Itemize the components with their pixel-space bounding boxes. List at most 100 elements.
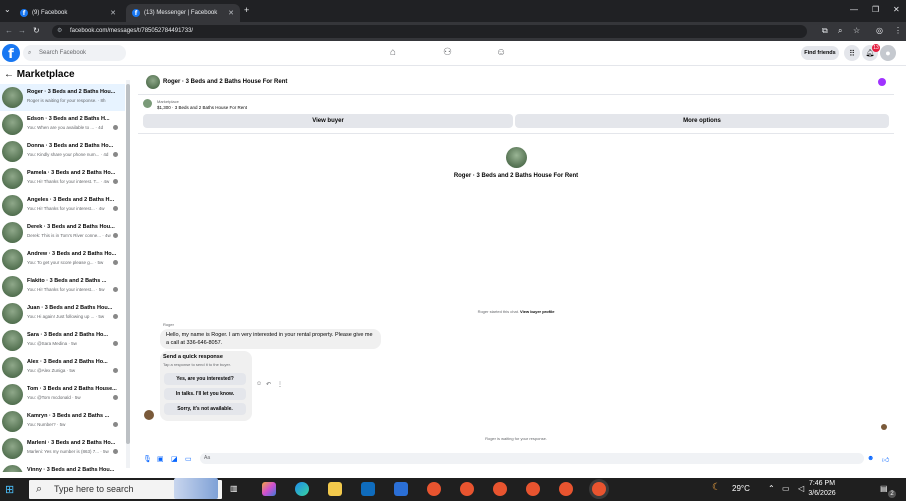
- sticker-icon[interactable]: ◪: [171, 455, 178, 463]
- quick-response-button[interactable]: Sorry, it's not available.: [164, 403, 246, 415]
- marketplace-sidebar: ← Marketplace Roger · 3 Beds and 2 Baths…: [0, 66, 133, 472]
- file-explorer-icon[interactable]: [328, 482, 342, 496]
- back-arrow-icon[interactable]: ←: [4, 69, 14, 80]
- find-friends-button[interactable]: Find friends: [801, 46, 839, 60]
- image-icon[interactable]: ▣: [157, 455, 164, 463]
- quick-response-button[interactable]: Yes, are you interested?: [164, 373, 246, 385]
- conversation-item[interactable]: Pamela · 3 Beds and 2 Baths Ho... You: Hi…: [0, 165, 125, 192]
- restore-icon[interactable]: ❐: [872, 5, 879, 14]
- windows-start-icon[interactable]: ⊞: [5, 483, 14, 496]
- scrollbar-thumb[interactable]: [126, 84, 130, 444]
- network-icon[interactable]: ▭: [782, 484, 790, 493]
- edge-icon[interactable]: [295, 482, 309, 496]
- view-buyer-button[interactable]: View buyer: [143, 114, 513, 128]
- conversation-item[interactable]: Flakito · 3 Beds and 2 Baths ... You: Hi!…: [0, 273, 125, 300]
- tab-menu-icon[interactable]: ⌄: [4, 5, 11, 14]
- conversation-item[interactable]: Alex · 3 Beds and 2 Baths Ho... You: @Ale…: [0, 354, 125, 381]
- gif-icon[interactable]: ▭: [185, 455, 192, 463]
- close-window-icon[interactable]: ✕: [893, 5, 900, 14]
- search-input[interactable]: ⌕ Search Facebook: [23, 45, 126, 61]
- listing-thumbnail[interactable]: [143, 99, 152, 108]
- conversation-item[interactable]: Marleni · 3 Beds and 2 Baths Ho... Marlen…: [0, 435, 125, 462]
- zoom-icon[interactable]: ⌕: [838, 26, 842, 36]
- more-icon[interactable]: ⋮: [277, 381, 283, 388]
- quick-response-button[interactable]: In talks. I'll let you know.: [164, 388, 246, 400]
- sender-avatar[interactable]: [144, 410, 154, 420]
- new-tab-icon[interactable]: +: [244, 5, 249, 15]
- groups-icon[interactable]: ☺: [496, 47, 506, 58]
- conversation-name: Angeles · 3 Beds and 2 Baths H...: [27, 197, 115, 203]
- task-view-icon[interactable]: ▥: [230, 484, 238, 493]
- emoji-icon[interactable]: ☻: [867, 455, 874, 462]
- reload-icon[interactable]: ↻: [33, 26, 40, 35]
- forward-icon[interactable]: →: [18, 26, 26, 35]
- conversation-name: Kamryn · 3 Beds and 2 Baths ...: [27, 413, 110, 419]
- react-icon[interactable]: ☺: [256, 381, 262, 387]
- close-tab-icon[interactable]: ✕: [110, 9, 116, 17]
- chrome-profile-icon[interactable]: [460, 482, 474, 496]
- more-options-button[interactable]: More options: [515, 114, 889, 128]
- url-field[interactable]: ⚙ facebook.com/messages/t/78505278449173…: [52, 25, 807, 38]
- message-input[interactable]: Aa: [200, 453, 864, 464]
- avatar: [2, 195, 23, 216]
- clock-time[interactable]: 7:46 PM: [807, 480, 837, 487]
- chrome-profile-icon[interactable]: [493, 482, 507, 496]
- view-buyer-profile-link[interactable]: View buyer profile: [520, 309, 554, 314]
- bookmark-star-icon[interactable]: ☆: [853, 26, 860, 35]
- chat-avatar[interactable]: [146, 75, 160, 89]
- conversation-item[interactable]: Edson · 3 Beds and 2 Baths H... You: When…: [0, 111, 125, 138]
- show-hidden-icons[interactable]: ⌃: [768, 484, 775, 493]
- site-info-icon[interactable]: ⚙: [57, 25, 62, 38]
- conversation-item[interactable]: Tom · 3 Beds and 2 Baths House... You: @T…: [0, 381, 125, 408]
- chrome-profile-icon[interactable]: [427, 482, 441, 496]
- avatar: [2, 168, 23, 189]
- microphone-icon[interactable]: 🎙︎: [143, 455, 152, 463]
- temperature[interactable]: 29°C: [732, 484, 750, 493]
- chat-title[interactable]: Roger · 3 Beds and 2 Baths House For Ren…: [163, 79, 287, 85]
- tab-messenger[interactable]: f (13) Messenger | Facebook ✕: [126, 4, 240, 22]
- conversation-item[interactable]: Vinny · 3 Beds and 2 Baths Hou...: [0, 462, 125, 472]
- home-icon[interactable]: ⌂: [390, 47, 396, 58]
- listing-text[interactable]: $1,300 · 3 Beds and 2 Baths House For Re…: [157, 105, 247, 110]
- conversation-item[interactable]: Donna · 3 Beds and 2 Baths Ho... You: Kin…: [0, 138, 125, 165]
- chat-info-icon[interactable]: [878, 78, 886, 86]
- profile-icon[interactable]: ◎: [876, 26, 883, 35]
- install-app-icon[interactable]: ⧉: [822, 26, 828, 36]
- browser-menu-icon[interactable]: ⋮: [894, 26, 902, 35]
- tab-label: (9) Facebook: [32, 10, 68, 16]
- conversation-item[interactable]: Andrew · 3 Beds and 2 Baths Ho... You: To…: [0, 246, 125, 273]
- conversation-item[interactable]: Roger · 3 Beds and 2 Baths Hou... Roger i…: [0, 84, 125, 111]
- conversation-item[interactable]: Kamryn · 3 Beds and 2 Baths ... You: Numb…: [0, 408, 125, 435]
- notification-center-icon[interactable]: ▤: [880, 484, 888, 493]
- composer-placeholder: Aa: [204, 455, 211, 461]
- friends-icon[interactable]: ⚇: [443, 47, 452, 58]
- avatar[interactable]: ●: [880, 45, 896, 61]
- clock-date[interactable]: 3/6/2026: [803, 490, 841, 497]
- copilot-icon[interactable]: [262, 482, 276, 496]
- conversation-item[interactable]: Sara · 3 Beds and 2 Baths Ho... You: @Sar…: [0, 327, 125, 354]
- reply-icon[interactable]: ↶: [266, 381, 271, 388]
- conversation-preview: You: Kindly share your phone num... · 4d: [27, 152, 109, 157]
- message-bubble[interactable]: Hello, my name is Roger. I am very inter…: [160, 329, 381, 349]
- menu-grid-icon[interactable]: ⠿: [844, 45, 860, 61]
- account-icon: ●: [885, 48, 891, 58]
- store-icon[interactable]: [394, 482, 408, 496]
- chrome-profile-icon[interactable]: [559, 482, 573, 496]
- weather-moon-icon[interactable]: ☾: [712, 482, 721, 493]
- outlook-icon[interactable]: [361, 482, 375, 496]
- conversation-item[interactable]: Angeles · 3 Beds and 2 Baths H... You: Hi…: [0, 192, 125, 219]
- conversation-name: Andrew · 3 Beds and 2 Baths Ho...: [27, 251, 117, 257]
- listing-avatar-large[interactable]: [506, 147, 527, 168]
- conversation-item[interactable]: Derek · 3 Beds and 2 Baths Hou... Derek: …: [0, 219, 125, 246]
- read-receipt-avatar: [113, 125, 118, 130]
- conversation-item[interactable]: Juan · 3 Beds and 2 Baths Hou... You: Hi …: [0, 300, 125, 327]
- tab-facebook[interactable]: f (9) Facebook ✕: [14, 4, 122, 22]
- read-receipt-avatar: [113, 233, 118, 238]
- close-tab-icon[interactable]: ✕: [228, 9, 234, 17]
- chrome-profile-icon[interactable]: [526, 482, 540, 496]
- back-icon[interactable]: ←: [5, 26, 13, 35]
- chrome-active-icon[interactable]: [592, 482, 606, 496]
- minimize-icon[interactable]: —: [850, 5, 858, 14]
- like-icon[interactable]: 👍︎: [882, 455, 889, 464]
- facebook-logo-icon[interactable]: f: [2, 44, 20, 62]
